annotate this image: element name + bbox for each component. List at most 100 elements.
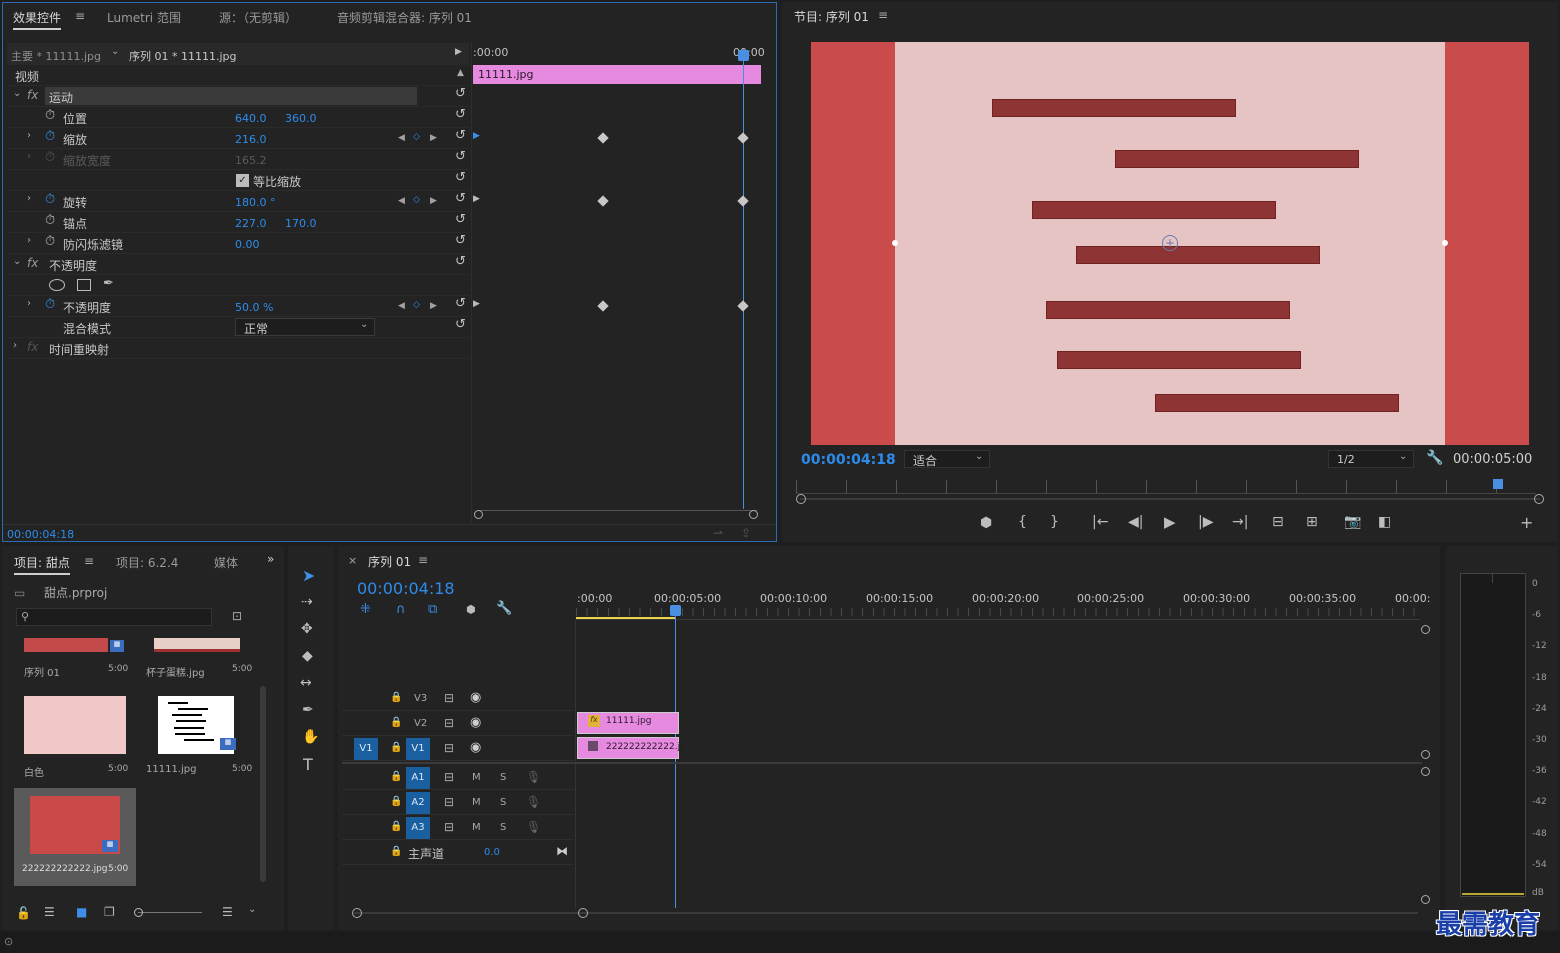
tab-effect-controls[interactable]: 效果控件 (13, 9, 62, 30)
effects-current-time[interactable]: 00:00:04:18 (7, 528, 74, 541)
chevron-right-icon[interactable]: › (27, 235, 31, 246)
keyframe[interactable] (597, 195, 609, 207)
lock-icon[interactable]: 🔒 (390, 796, 402, 807)
stopwatch-icon[interactable]: ⏱ (45, 108, 55, 123)
collapse-up-icon[interactable]: ▲ (457, 68, 464, 78)
reset-icon[interactable]: ↺ (455, 296, 466, 311)
timeline-playhead-handle[interactable] (670, 605, 681, 616)
zoom-slider-handle[interactable] (134, 908, 143, 917)
program-timecode[interactable]: 00:00:04:18 (801, 452, 896, 468)
tab-audio-mixer[interactable]: 音频剪辑混合器: 序列 01 (337, 9, 472, 26)
list-view-icon[interactable]: ☰ (44, 905, 55, 919)
transform-handle-right[interactable] (1442, 240, 1448, 246)
timeline-timecode[interactable]: 00:00:04:18 (357, 579, 455, 598)
project-scrollbar[interactable] (260, 686, 266, 882)
project-item-sequence[interactable]: ▦ 序列 01 5:00 (16, 638, 136, 679)
prev-keyframe-icon[interactable]: ◀ (398, 133, 405, 143)
zoom-slider[interactable] (138, 912, 202, 913)
hand-tool-icon[interactable]: ✋ (302, 729, 319, 745)
master-clip-label[interactable]: 主要 * 11111.jpg (11, 48, 101, 64)
sort-icon[interactable]: ☰ (222, 905, 233, 919)
type-tool-icon[interactable]: T (303, 755, 313, 774)
timeline-tab[interactable]: 序列 01 (368, 553, 411, 570)
chevron-right-icon[interactable]: › (27, 193, 31, 204)
slip-tool-icon[interactable]: ↔ (300, 675, 312, 691)
selection-tool-icon[interactable]: ➤ (302, 566, 315, 585)
new-search-bin-icon[interactable]: ⊡ (232, 609, 242, 623)
camera-icon[interactable]: 📷 (1344, 514, 1361, 530)
microphone-icon[interactable]: 🎙 (526, 770, 541, 784)
timeline-v-scroll-handle[interactable] (1421, 895, 1430, 904)
anchor-x-value[interactable]: 227.0 (235, 217, 267, 230)
panel-menu-icon[interactable]: ≡ (84, 554, 94, 568)
tab-project-624[interactable]: 项目: 6.2.4 (116, 554, 178, 571)
motion-row[interactable]: ⌄ fx 运动 ↺ (7, 86, 469, 107)
track-select-tool-icon[interactable]: ⇢ (301, 594, 313, 610)
source-patch-v1[interactable]: V1 (354, 738, 378, 760)
scroll-handle-left[interactable] (352, 908, 362, 918)
bowtie-icon[interactable]: ⧓ (556, 844, 568, 858)
lock-icon[interactable]: 🔒 (390, 771, 402, 782)
freeform-view-icon[interactable]: ❐ (104, 905, 115, 919)
blend-mode-select[interactable]: 正常 ⌄ (235, 318, 375, 336)
add-marker-icon[interactable]: ⬢ (980, 515, 992, 531)
microphone-icon[interactable]: 🎙 (526, 820, 541, 834)
prev-keyframe-icon[interactable]: ◀ (398, 301, 405, 311)
timeline-settings-icon[interactable]: 🔧 (496, 601, 512, 616)
opacity-value[interactable]: 50.0 % (235, 301, 273, 314)
project-item-cupcake[interactable]: 杯子蛋糕.jpg 5:00 (140, 638, 260, 679)
chevron-right-icon[interactable]: › (27, 298, 31, 309)
reset-icon[interactable]: ↺ (455, 254, 466, 269)
track-target-a1[interactable]: A1 (406, 767, 430, 789)
snap-icon[interactable]: ∩ (396, 602, 406, 617)
keyframe[interactable] (597, 132, 609, 144)
fit-select[interactable]: 适合 ⌄ (904, 450, 990, 468)
timeline-v-scroll-handle[interactable] (1421, 767, 1430, 776)
keyframe[interactable] (737, 195, 749, 207)
razor-tool-icon[interactable]: ◆ (302, 648, 313, 664)
timeline-v-scroll-handle[interactable] (1421, 625, 1430, 634)
mark-out-icon[interactable]: } (1050, 514, 1059, 530)
program-video-frame[interactable]: + (811, 42, 1529, 445)
ripple-edit-tool-icon[interactable]: ✥ (301, 621, 313, 637)
reset-icon[interactable]: ↺ (455, 191, 466, 206)
next-keyframe-icon[interactable]: ▶ (430, 301, 437, 311)
comparison-view-icon[interactable]: ◧ (1378, 514, 1391, 530)
keyframe[interactable] (737, 300, 749, 312)
chevron-down-icon[interactable]: ⌄ (13, 88, 21, 99)
mute-button[interactable]: M (472, 772, 481, 783)
chevron-down-icon[interactable]: ⌄ (111, 46, 119, 57)
reset-icon[interactable]: ↺ (455, 212, 466, 227)
chevron-right-icon[interactable]: › (27, 130, 31, 141)
chevron-right-icon[interactable]: › (13, 340, 17, 351)
program-title[interactable]: 节目: 序列 01 (794, 8, 869, 25)
track-target-a3[interactable]: A3 (406, 817, 430, 839)
lock-icon[interactable]: 🔒 (390, 846, 402, 857)
export-icon[interactable]: ⇪ (741, 526, 751, 540)
filter-icon[interactable]: ⇀ (713, 526, 723, 540)
position-x-value[interactable]: 640.0 (235, 112, 267, 125)
project-item-222[interactable]: ▦ 222222222222.jpg 5:00 (14, 788, 136, 886)
solo-button[interactable]: S (500, 797, 506, 808)
reset-icon[interactable]: ↺ (455, 128, 466, 143)
tab-source[interactable]: 源：（无剪辑） (219, 9, 297, 26)
more-tabs-icon[interactable]: » (267, 552, 274, 566)
anchor-y-value[interactable]: 170.0 (285, 217, 317, 230)
reset-icon[interactable]: ↺ (455, 107, 466, 122)
work-area-bar[interactable] (576, 617, 676, 619)
add-keyframe-icon[interactable]: ◇ (413, 132, 420, 142)
stopwatch-icon[interactable]: ⏱ (45, 234, 55, 249)
transform-handle-left[interactable] (892, 240, 898, 246)
add-button-icon[interactable]: + (1520, 513, 1533, 532)
program-scrub-ruler[interactable] (796, 480, 1536, 494)
project-item-11111[interactable]: ▦ 11111.jpg 5:00 (140, 696, 260, 780)
rectangle-mask-icon[interactable] (77, 279, 91, 291)
next-keyframe-icon[interactable]: ▶ (430, 133, 437, 143)
timeline-v-scroll-handle[interactable] (1421, 750, 1430, 759)
play-icon[interactable]: ▶ (1164, 513, 1176, 531)
tab-lumetri[interactable]: Lumetri 范围 (107, 9, 181, 26)
sync-lock-icon[interactable]: ⊟ (444, 795, 454, 809)
stopwatch-active-icon[interactable]: ⏱ (45, 297, 55, 312)
eye-icon[interactable]: ◉ (470, 740, 481, 755)
add-keyframe-icon[interactable]: ◇ (413, 195, 420, 205)
